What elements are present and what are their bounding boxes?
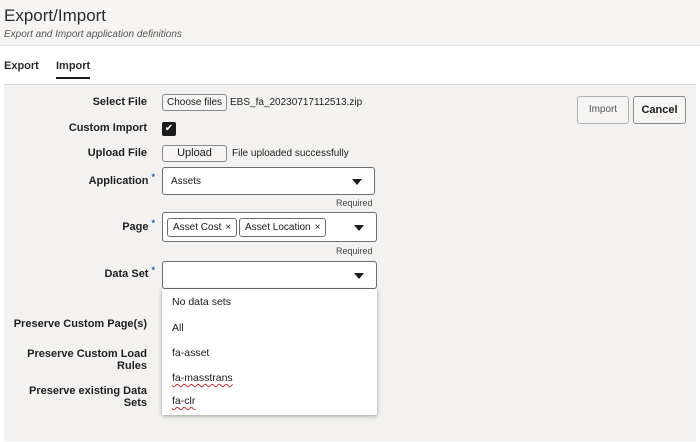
cancel-button[interactable]: Cancel [633,96,686,124]
choose-files-button[interactable]: Choose files [162,94,227,111]
application-required-text: Required [336,198,373,208]
tab-bar: Export Import [0,56,700,82]
remove-chip-icon[interactable]: × [315,222,321,233]
required-marker-icon: * [151,172,155,182]
data-set-dropdown: No data sets All fa-asset fa-masstrans f… [162,289,377,415]
tab-export[interactable]: Export [4,60,39,72]
preserve-load-rules-line1: Preserve Custom Load [27,348,147,360]
required-marker-icon: * [151,218,155,228]
select-file-label: Select File [92,96,147,108]
chevron-down-icon [354,273,364,279]
dropdown-option[interactable]: fa-clr [172,395,195,407]
page-subtitle: Export and Import application definition… [4,29,182,40]
page-multiselect[interactable]: Asset Cost × Asset Location × [162,212,377,242]
required-marker-icon: * [151,265,155,275]
check-icon: ✔ [164,123,174,134]
dropdown-option[interactable]: fa-masstrans [172,372,233,384]
application-select[interactable]: Assets [162,167,375,195]
upload-status: File uploaded successfully [232,148,349,159]
application-label: Application * [40,172,155,187]
chevron-down-icon [354,225,364,231]
page-label-text: Page [122,221,149,233]
preserve-data-sets-label: Preserve existing Data Sets [28,385,147,409]
page-chip-label: Asset Cost [173,222,222,233]
data-set-label: Data Set * [40,265,155,280]
page-chip-label: Asset Location [245,222,311,233]
data-set-label-text: Data Set [104,268,149,280]
page-label: Page * [40,218,155,233]
upload-file-label: Upload File [87,147,147,159]
custom-import-checkbox[interactable]: ✔ [162,122,176,136]
application-value: Assets [171,176,202,187]
tab-import[interactable]: Import [56,60,91,79]
dropdown-option[interactable]: fa-asset [172,347,209,359]
page-header: Export/Import Export and Import applicat… [0,0,700,46]
selected-file-name: EBS_fa_20230717112513.zip [230,97,363,108]
preserve-pages-label: Preserve Custom Page(s) [13,318,147,330]
preserve-load-rules-line2: Rules [117,360,147,372]
import-button[interactable]: Import [577,96,629,124]
page-chip: Asset Cost × [167,218,238,237]
preserve-load-rules-label: Preserve Custom Load Rules [4,348,147,372]
custom-import-label: Custom Import [68,122,147,134]
remove-chip-icon[interactable]: × [225,222,231,233]
chevron-down-icon [352,179,362,185]
dropdown-option[interactable]: All [172,322,184,334]
dropdown-option[interactable]: No data sets [172,296,231,308]
page-chip: Asset Location × [239,218,327,237]
application-label-text: Application [88,175,149,187]
page-title: Export/Import [4,6,107,25]
upload-button[interactable]: Upload [162,145,227,162]
data-set-select[interactable] [162,261,377,289]
page-required-text: Required [336,246,373,256]
